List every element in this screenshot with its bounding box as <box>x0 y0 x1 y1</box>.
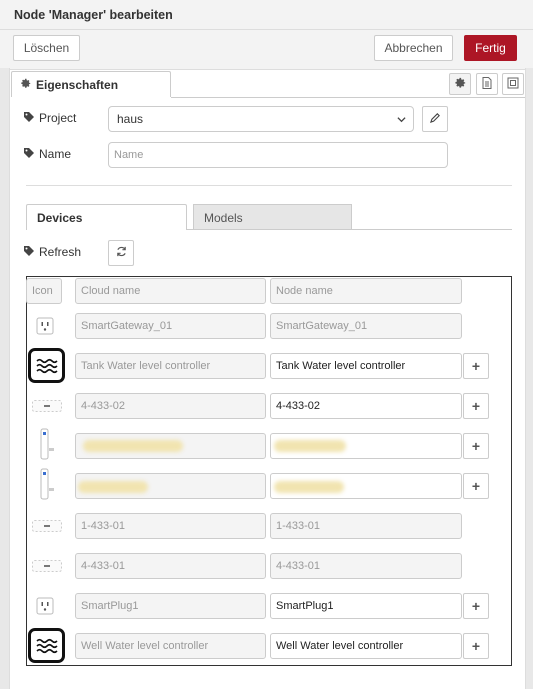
device-table: Icon Cloud name Node name SmartGateway_0… <box>26 276 512 666</box>
refresh-button[interactable] <box>108 240 134 266</box>
tag-icon <box>24 245 34 259</box>
file-icon <box>482 76 492 92</box>
add-node-button[interactable]: + <box>463 633 489 659</box>
delete-button[interactable]: Löschen <box>13 35 80 61</box>
cloud-name-cell: Well Water level controller <box>75 633 266 659</box>
appearance-icon <box>507 77 519 92</box>
cloud-name-cell <box>75 433 266 459</box>
settings-tab-button[interactable] <box>449 73 471 95</box>
tag-icon <box>24 111 34 125</box>
node-name-cell: 1-433-01 <box>270 513 462 539</box>
name-input[interactable] <box>108 142 448 168</box>
node-name-input[interactable] <box>270 433 462 459</box>
plug-icon <box>33 314 57 338</box>
project-select-value: haus <box>117 112 144 126</box>
refresh-icon <box>116 246 127 260</box>
redaction-blur <box>274 481 344 493</box>
tab-models[interactable]: Models <box>193 204 352 230</box>
node-name-input[interactable] <box>270 473 462 499</box>
header-icon: Icon <box>26 278 62 304</box>
water-level-icon <box>28 628 65 663</box>
plug-icon <box>33 594 57 618</box>
tray-title: Node 'Manager' bearbeiten <box>0 0 533 30</box>
tab-devices[interactable]: Devices <box>26 204 187 230</box>
redaction-blur <box>274 440 346 452</box>
cloud-name-cell <box>75 473 266 499</box>
cloud-name-cell: 1-433-01 <box>75 513 266 539</box>
door-sensor-icon <box>36 467 58 501</box>
water-level-icon <box>28 348 65 383</box>
add-node-button[interactable]: + <box>463 593 489 619</box>
tab-properties-label: Eigenschaften <box>36 77 119 92</box>
left-editor-edge <box>0 0 10 689</box>
edit-panel: Eigenschaften Project haus Name Name Dev… <box>10 69 525 689</box>
tag-icon <box>24 147 34 161</box>
node-name-cell: SmartGateway_01 <box>270 313 462 339</box>
node-name-input[interactable]: Well Water level controller <box>270 633 462 659</box>
node-name-cell: 4-433-01 <box>270 553 462 579</box>
cloud-name-cell: Tank Water level controller <box>75 353 266 379</box>
gear-icon <box>20 78 31 92</box>
tab-models-label: Models <box>204 210 243 225</box>
header-cloud-name: Cloud name <box>75 278 266 304</box>
redaction-blur <box>83 440 183 452</box>
sensor-strip-icon <box>31 558 63 574</box>
add-node-button[interactable]: + <box>463 393 489 419</box>
edit-project-button[interactable] <box>422 106 448 132</box>
add-node-button[interactable]: + <box>463 353 489 379</box>
pencil-icon <box>429 112 441 126</box>
redaction-blur <box>78 481 148 493</box>
tab-properties[interactable]: Eigenschaften <box>11 71 171 97</box>
tab-devices-label: Devices <box>37 210 83 225</box>
refresh-label-row: Refresh <box>24 245 81 259</box>
node-name-input[interactable]: Tank Water level controller <box>270 353 462 379</box>
gear-icon <box>454 77 466 92</box>
cloud-name-cell: SmartPlug1 <box>75 593 266 619</box>
refresh-label: Refresh <box>39 245 82 259</box>
chevron-down-icon <box>397 113 406 127</box>
door-sensor-icon <box>36 427 58 461</box>
node-name-input[interactable]: SmartPlug1 <box>270 593 462 619</box>
sensor-strip-icon <box>31 398 63 414</box>
right-editor-edge <box>525 0 533 689</box>
cloud-name-cell: SmartGateway_01 <box>75 313 266 339</box>
header-node-name: Node name <box>270 278 462 304</box>
tab-bar-divider <box>171 97 525 98</box>
name-label: Name <box>39 147 72 161</box>
done-button[interactable]: Fertig <box>464 35 517 61</box>
section-divider <box>26 185 512 186</box>
appearance-tab-button[interactable] <box>502 73 524 95</box>
tray-toolbar: Löschen Abbrechen Fertig <box>0 30 533 68</box>
subtab-divider <box>187 229 512 230</box>
project-label: Project <box>39 111 77 125</box>
add-node-button[interactable]: + <box>463 433 489 459</box>
name-label-row: Name <box>24 147 71 161</box>
description-tab-button[interactable] <box>476 73 498 95</box>
sensor-strip-icon <box>31 518 63 534</box>
cancel-button[interactable]: Abbrechen <box>374 35 453 61</box>
project-select[interactable]: haus <box>108 106 414 132</box>
cloud-name-cell: 4-433-01 <box>75 553 266 579</box>
cloud-name-cell: 4-433-02 <box>75 393 266 419</box>
node-name-input[interactable]: 4-433-02 <box>270 393 462 419</box>
add-node-button[interactable]: + <box>463 473 489 499</box>
project-label-row: Project <box>24 111 76 125</box>
